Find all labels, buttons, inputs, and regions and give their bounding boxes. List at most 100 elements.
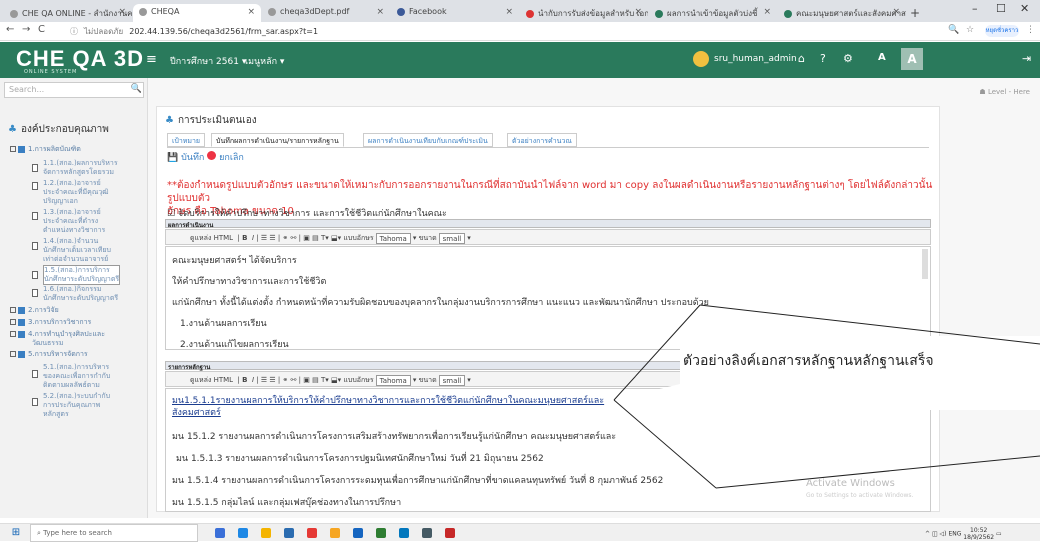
url-field[interactable]: ⓘ ไม่ปลอดภัย 202.44.139.56/cheqa3d2561/frm… <box>70 24 910 39</box>
html-source-button[interactable]: ดูแหล่ง HTML <box>190 376 233 384</box>
tray-chevron-icon[interactable]: ^ <box>925 531 930 538</box>
unlink-icon[interactable]: ⚯ <box>291 376 297 384</box>
profile-button[interactable]: หยุดชั่วคราว <box>985 25 1019 37</box>
ordered-list-icon[interactable]: ☰ <box>261 376 267 384</box>
bold-icon[interactable]: B <box>242 376 247 384</box>
tab-calc-example[interactable]: ตัวอย่างการคำนวณ <box>507 133 577 147</box>
font-select[interactable]: Tahoma <box>375 374 411 386</box>
sidebar-item-1[interactable]: 1.การผลิตบัณฑิต <box>10 145 81 154</box>
browser-tab[interactable]: นำกับการรับส่งข้อมูลสำหรับ เอกสาร× <box>520 4 648 22</box>
hamburger-icon[interactable]: ≡ <box>146 52 157 67</box>
ordered-list-icon[interactable]: ☰ <box>261 234 267 242</box>
bullet-list-icon[interactable]: ☰ <box>269 234 275 242</box>
help-icon[interactable]: ? <box>820 52 826 65</box>
chrome-icon[interactable] <box>307 528 317 538</box>
close-tab-icon[interactable]: × <box>505 7 513 17</box>
user-name[interactable]: sru_human_admin <box>714 54 797 64</box>
sidebar-item-3[interactable]: 3.การบริการวิชาการ <box>10 318 91 327</box>
bg-color-icon[interactable]: ⬓▾ <box>331 376 341 384</box>
tab-target[interactable]: เป้าหมาย <box>167 133 206 147</box>
sidebar-subitem-1-3[interactable]: 1.3.(สกอ.)อาจารย์ ประจำคณะที่ดำรง ตำแหน่งท… <box>43 208 105 235</box>
italic-icon[interactable]: I <box>252 234 254 242</box>
criterion-checkbox-label[interactable]: ☑ จัดบริการให้คำปรึกษาทางวิชาการ และการใ… <box>167 206 447 220</box>
font-small-button[interactable]: A <box>878 52 886 63</box>
minimize-icon[interactable]: – <box>972 2 978 15</box>
browser-tab[interactable]: Facebook × <box>391 4 519 22</box>
bullet-list-icon[interactable]: ☰ <box>269 376 275 384</box>
bg-color-icon[interactable]: ⬓▾ <box>331 234 341 242</box>
store-icon[interactable] <box>284 528 294 538</box>
sidebar-subitem-5-2[interactable]: 5.2.(สกอ.)ระบบกำกับ การประกันคุณภาพ หลักสู… <box>43 392 110 419</box>
tab-record-results[interactable]: บันทึกผลการดำเนินงาน/รายการหลักฐาน <box>211 133 344 147</box>
evidence-link[interactable]: มน1.5.1.1รายงานผลการให้บริการให้คำปรึกษา… <box>172 393 604 407</box>
close-tab-icon[interactable]: × <box>376 7 384 17</box>
text-color-icon[interactable]: T▾ <box>321 234 329 242</box>
sidebar-subitem-1-4[interactable]: 1.4.(สกอ.)จำนวน นักศึกษาเต็มเวลาเทียบ เท่า… <box>43 237 111 264</box>
image-icon[interactable]: ▣ <box>303 234 310 242</box>
back-icon[interactable]: ← <box>6 24 14 35</box>
file-explorer-icon[interactable] <box>261 528 271 538</box>
table-icon[interactable]: ▤ <box>312 376 319 384</box>
editor-scrollbar[interactable] <box>922 249 928 279</box>
notification-icon[interactable]: ▭ <box>996 531 1002 538</box>
close-tab-icon[interactable]: × <box>892 7 900 17</box>
settings-icon[interactable]: ⚙ <box>843 52 853 65</box>
link-icon[interactable]: ⚭ <box>282 376 288 384</box>
save-button[interactable]: บันทึก <box>181 153 204 163</box>
app-icon[interactable] <box>376 528 386 538</box>
year-dropdown[interactable]: ปีการศึกษา 2561 ▾ <box>170 54 246 68</box>
expand-icon[interactable] <box>10 331 16 337</box>
bold-icon[interactable]: B <box>242 234 247 242</box>
browser-tab[interactable]: คณะมนุษยศาสตร์และสังคมศาสตร์ × <box>778 4 906 22</box>
maximize-icon[interactable]: ☐ <box>996 2 1006 15</box>
app-icon[interactable] <box>399 528 409 538</box>
browser-tab[interactable]: ผลการนำเข้าข้อมูลตัวบ่งชี้ × <box>649 4 777 22</box>
expand-icon[interactable] <box>10 146 16 152</box>
zoom-icon[interactable]: 🔍 <box>948 25 959 35</box>
evidence-link[interactable]: สังคมศาสตร์ <box>172 405 221 419</box>
tab-compare-criteria[interactable]: ผลการดำเนินงานเทียบกับเกณฑ์ประเมิน <box>363 133 493 147</box>
sidebar-subitem-1-2[interactable]: 1.2.(สกอ.)อาจารย์ ประจำคณะที่มีคุณวุฒิ ปริ… <box>43 179 109 206</box>
text-color-icon[interactable]: T▾ <box>321 376 329 384</box>
font-select[interactable]: Tahoma <box>375 232 411 244</box>
pdf-icon[interactable] <box>445 528 455 538</box>
unlink-icon[interactable]: ⚯ <box>291 234 297 242</box>
user-avatar[interactable] <box>693 51 709 67</box>
close-tab-icon[interactable]: × <box>634 7 642 17</box>
sidebar-subitem-1-1[interactable]: 1.1.(สกอ.)ผลการบริหาร จัดการหลักสูตรโดยรว… <box>43 159 118 177</box>
size-select[interactable]: small <box>438 232 466 244</box>
app-icon[interactable] <box>330 528 340 538</box>
italic-icon[interactable]: I <box>252 376 254 384</box>
word-icon[interactable] <box>353 528 363 538</box>
image-icon[interactable]: ▣ <box>303 376 310 384</box>
font-large-button[interactable]: A <box>901 48 923 70</box>
main-menu-dropdown[interactable]: เมนูหลัก ▾ <box>245 54 284 68</box>
logout-icon[interactable]: ⇥ <box>1022 52 1031 65</box>
table-icon[interactable]: ▤ <box>312 234 319 242</box>
language-indicator[interactable]: ENG <box>948 531 961 538</box>
close-tab-icon[interactable]: × <box>247 7 255 17</box>
close-tab-icon[interactable]: × <box>763 7 771 17</box>
new-tab-button[interactable]: + <box>908 4 924 22</box>
app-icon[interactable] <box>422 528 432 538</box>
star-icon[interactable]: ☆ <box>966 25 974 35</box>
home-icon[interactable]: ⌂ <box>798 52 805 65</box>
browser-tab-active[interactable]: CHEQA × <box>133 4 261 22</box>
edge-icon[interactable] <box>238 528 248 538</box>
expand-icon[interactable] <box>10 351 16 357</box>
expand-icon[interactable] <box>10 307 16 313</box>
menu-dots-icon[interactable]: ⋮ <box>1026 25 1035 35</box>
sidebar-item-5[interactable]: 5.การบริหารจัดการ <box>10 350 88 359</box>
html-source-button[interactable]: ดูแหล่ง HTML <box>190 234 233 242</box>
sidebar-item-2[interactable]: 2.การวิจัย <box>10 306 59 315</box>
close-window-icon[interactable]: ✕ <box>1020 2 1029 15</box>
browser-tab[interactable]: cheqa3dDept.pdf × <box>262 4 390 22</box>
search-input[interactable]: Search... <box>4 82 144 98</box>
clock[interactable]: 10:52 18/9/2562 <box>963 527 994 541</box>
browser-tab[interactable]: CHE QA ONLINE - สำนักงานคณะ× <box>4 4 132 22</box>
sidebar-subitem-5-1[interactable]: 5.1.(สกอ.)การบริหาร ของคณะเพื่อการกำกับ ติ… <box>43 363 110 390</box>
sidebar-subitem-1-6[interactable]: 1.6.(สกอ.)กิจกรรม นักศึกษาระดับปริญญาตรี <box>43 285 118 303</box>
sidebar-subitem-1-5[interactable]: 1.5.(สกอ.)การบริการ นักศึกษาระดับปริญญาตร… <box>43 265 121 285</box>
forward-icon[interactable]: → <box>22 24 30 35</box>
sidebar-item-4[interactable]: 4.การทำนุบำรุงศิลปะและ <box>10 330 105 339</box>
